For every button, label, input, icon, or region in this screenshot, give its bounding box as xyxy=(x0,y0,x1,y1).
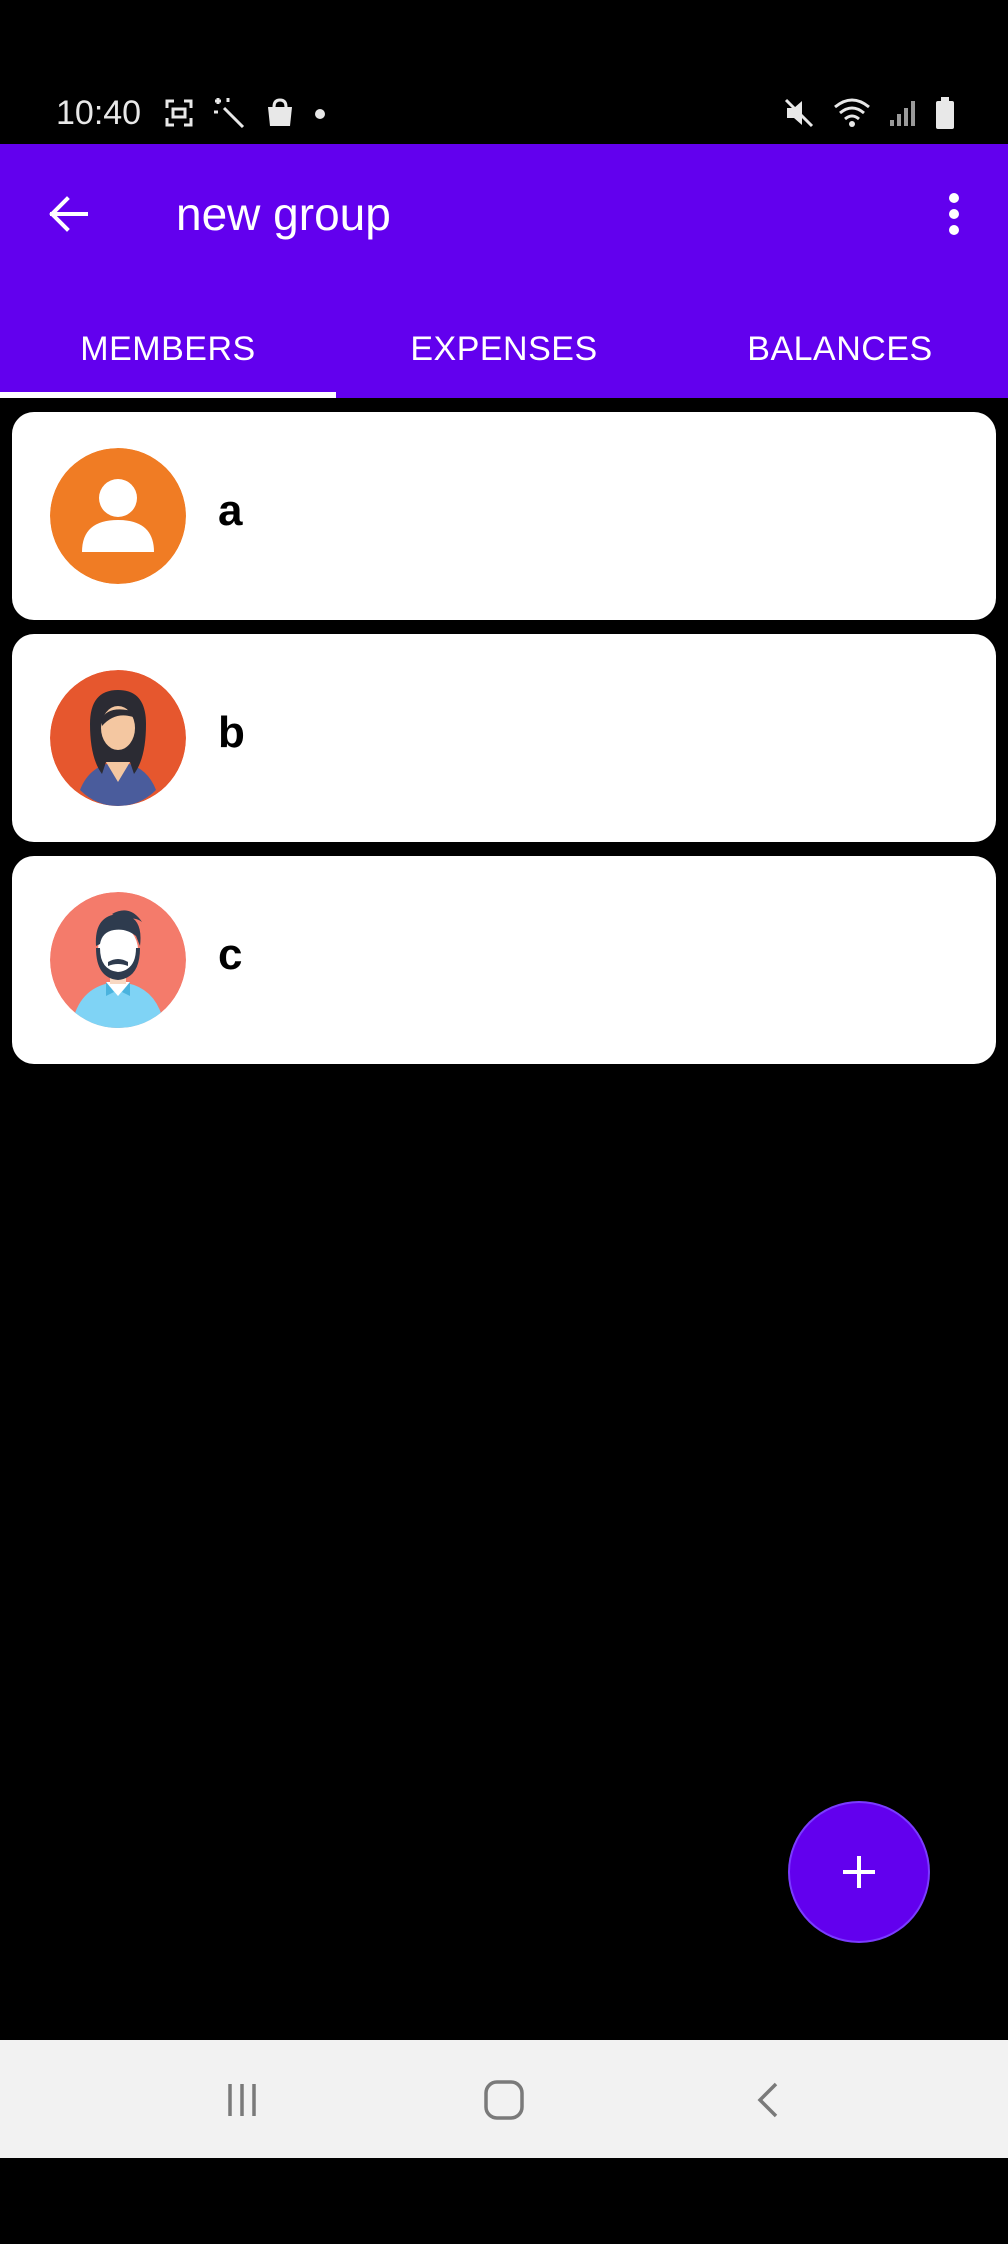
more-vertical-icon xyxy=(949,193,959,235)
magic-wand-icon xyxy=(212,96,246,135)
system-nav-bar xyxy=(0,2040,1008,2158)
member-card[interactable]: b xyxy=(12,634,996,842)
add-member-button[interactable] xyxy=(790,1803,928,1941)
bearded-man-avatar xyxy=(50,892,186,1028)
tab-members[interactable]: MEMBERS xyxy=(0,300,336,398)
home-button[interactable] xyxy=(464,2060,544,2140)
woman-avatar xyxy=(50,670,186,806)
member-card[interactable]: a xyxy=(12,412,996,620)
more-options-button[interactable] xyxy=(924,182,984,246)
member-name: a xyxy=(218,486,243,535)
tab-balances-label: BALANCES xyxy=(747,329,933,368)
status-time: 10:40 xyxy=(56,94,142,132)
default-user-avatar xyxy=(50,448,186,584)
member-card[interactable]: c xyxy=(12,856,996,1064)
status-left-icons xyxy=(164,96,326,135)
tab-expenses[interactable]: EXPENSES xyxy=(336,300,672,398)
recent-apps-icon xyxy=(228,2084,256,2116)
tab-balances[interactable]: BALANCES xyxy=(672,300,1008,398)
members-list: a b c xyxy=(12,412,996,1078)
recent-apps-button[interactable] xyxy=(202,2060,282,2140)
shopping-bag-icon xyxy=(264,97,296,134)
wifi-icon xyxy=(832,96,872,135)
home-icon xyxy=(484,2080,524,2120)
screenshot-icon xyxy=(164,98,194,133)
tab-bar: MEMBERS EXPENSES BALANCES xyxy=(0,300,1008,398)
system-back-button[interactable] xyxy=(728,2060,808,2140)
battery-icon xyxy=(934,96,956,135)
mute-icon xyxy=(782,96,816,135)
signal-icon xyxy=(888,98,918,133)
dot-icon xyxy=(314,107,326,125)
page-title: new group xyxy=(176,188,391,240)
member-name: b xyxy=(218,708,245,757)
tab-members-label: MEMBERS xyxy=(80,329,256,368)
back-icon xyxy=(757,2082,778,2118)
status-right-icons xyxy=(782,96,956,135)
member-name: c xyxy=(218,930,243,979)
plus-icon xyxy=(843,1856,875,1888)
arrow-left-icon xyxy=(49,196,88,232)
tab-expenses-label: EXPENSES xyxy=(410,329,598,368)
status-bar: 10:40 xyxy=(0,0,1008,144)
back-button[interactable] xyxy=(36,182,100,246)
